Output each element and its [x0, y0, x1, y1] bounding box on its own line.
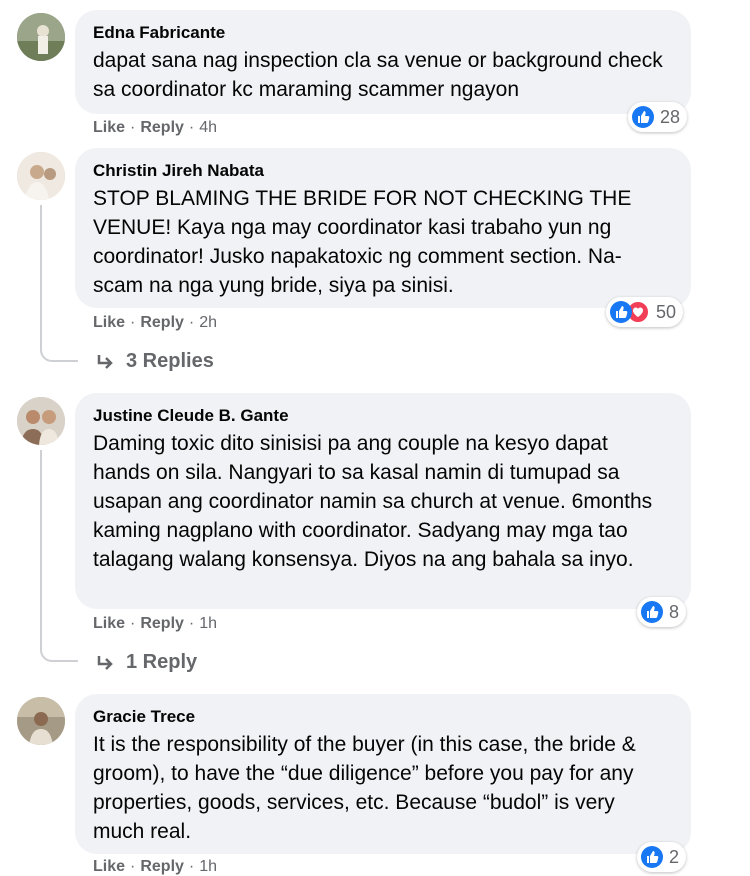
reaction-count: 50 — [656, 301, 677, 322]
comment-actions: Like · Reply · 4h — [93, 119, 217, 137]
separator: · — [130, 858, 136, 875]
like-icon — [610, 301, 632, 323]
separator: · — [130, 119, 136, 136]
separator: · — [130, 615, 136, 632]
reply-button[interactable]: Reply — [140, 314, 184, 331]
comment-actions: Like · Reply · 1h — [93, 615, 217, 633]
separator: · — [188, 858, 195, 875]
like-button[interactable]: Like — [93, 615, 125, 632]
view-replies-link[interactable]: 1 Reply — [96, 651, 197, 674]
reply-button[interactable]: Reply — [140, 858, 184, 875]
reaction-count: 8 — [669, 601, 680, 622]
timestamp[interactable]: 2h — [199, 314, 217, 331]
reply-arrow-icon — [97, 354, 113, 369]
view-replies-link[interactable]: 3 Replies — [96, 350, 214, 373]
avatar[interactable] — [17, 13, 65, 61]
like-icon — [641, 601, 663, 623]
avatar[interactable] — [17, 397, 65, 445]
comment-actions: Like · Reply · 1h — [93, 858, 217, 876]
comment-bubble: Christin Jireh Nabata STOP BLAMING THE B… — [75, 148, 691, 308]
reaction-summary[interactable]: 8 — [637, 597, 687, 627]
like-button[interactable]: Like — [93, 119, 125, 136]
reply-button[interactable]: Reply — [140, 615, 184, 632]
reply-arrow-icon — [97, 655, 113, 670]
like-icon — [632, 106, 654, 128]
comment-text: dapat sana nag inspection cla sa venue o… — [93, 49, 663, 101]
reaction-count: 28 — [660, 106, 681, 127]
thread-line — [40, 205, 78, 362]
separator: · — [188, 615, 195, 632]
comment-bubble: Edna Fabricante dapat sana nag inspectio… — [75, 10, 691, 114]
comment-author[interactable]: Edna Fabricante — [93, 22, 667, 44]
comment-bubble: Justine Cleude B. Gante Daming toxic dit… — [75, 393, 691, 609]
like-button[interactable]: Like — [93, 858, 125, 875]
avatar[interactable] — [17, 152, 65, 200]
like-button[interactable]: Like — [93, 314, 125, 331]
timestamp[interactable]: 1h — [199, 858, 217, 875]
comment-author[interactable]: Gracie Trece — [93, 706, 667, 728]
timestamp[interactable]: 1h — [199, 615, 217, 632]
replies-label[interactable]: 1 Reply — [126, 651, 197, 674]
like-icon — [641, 846, 663, 868]
thread-line — [40, 450, 78, 662]
comment-text: Daming toxic dito sinisisi pa ang couple… — [93, 432, 653, 571]
reaction-summary[interactable]: 2 — [637, 842, 687, 872]
replies-label[interactable]: 3 Replies — [126, 350, 214, 373]
timestamp[interactable]: 4h — [199, 119, 217, 136]
reaction-count: 2 — [669, 846, 680, 867]
separator: · — [188, 314, 195, 331]
comment-text: STOP BLAMING THE BRIDE FOR NOT CHECKING … — [93, 187, 632, 297]
comment-text: It is the responsibility of the buyer (i… — [93, 733, 636, 843]
separator: · — [130, 314, 136, 331]
reaction-summary[interactable]: 50 — [606, 297, 684, 327]
comment-actions: Like · Reply · 2h — [93, 314, 217, 332]
comment-author[interactable]: Christin Jireh Nabata — [93, 160, 667, 182]
comment-author[interactable]: Justine Cleude B. Gante — [93, 405, 667, 427]
separator: · — [188, 119, 195, 136]
avatar[interactable] — [17, 697, 65, 745]
reply-button[interactable]: Reply — [140, 119, 184, 136]
comment-bubble: Gracie Trece It is the responsibility of… — [75, 694, 691, 854]
reaction-summary[interactable]: 28 — [628, 102, 688, 132]
